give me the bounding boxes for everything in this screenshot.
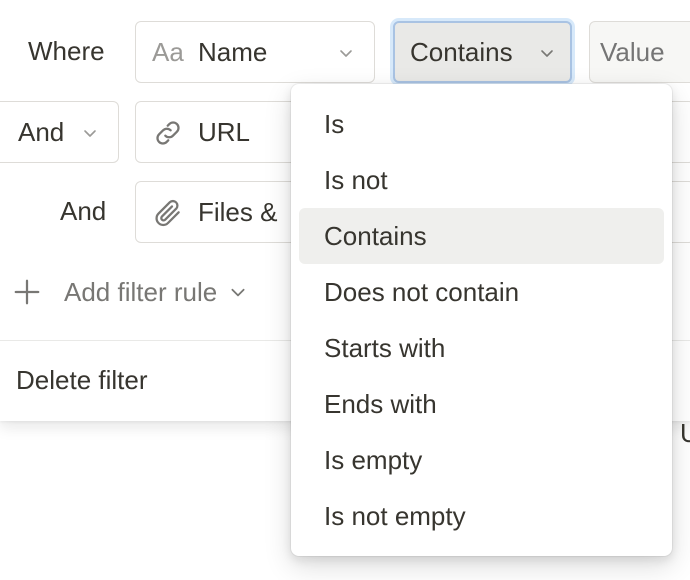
- property-select-name[interactable]: Aa Name: [135, 21, 375, 83]
- operator-select[interactable]: Contains: [393, 21, 572, 83]
- menu-item-is[interactable]: Is: [299, 96, 664, 152]
- menu-item-is-not[interactable]: Is not: [299, 152, 664, 208]
- menu-item-ends-with[interactable]: Ends with: [299, 376, 664, 432]
- text-property-icon: Aa: [152, 37, 184, 67]
- link-icon: [156, 121, 180, 145]
- chevron-down-icon: [84, 130, 96, 137]
- chevron-down-icon: [231, 288, 245, 297]
- add-filter-rule-button[interactable]: Add filter rule: [12, 272, 247, 312]
- property-name-label: Name: [198, 37, 268, 67]
- operator-label: Contains: [410, 37, 513, 67]
- menu-item-starts-with[interactable]: Starts with: [299, 320, 664, 376]
- connector-label: And: [18, 117, 65, 147]
- operator-menu: Is Is not Contains Does not contain Star…: [291, 84, 672, 556]
- where-label: Where: [28, 36, 105, 66]
- background-text: U: [680, 418, 690, 448]
- paperclip-icon: [155, 199, 180, 227]
- property-url-label: URL: [198, 117, 251, 147]
- chevron-down-icon: [541, 50, 553, 57]
- delete-filter-button[interactable]: Delete filter: [16, 365, 148, 396]
- chevron-down-icon: [340, 50, 352, 57]
- plus-icon: [14, 279, 40, 305]
- and-label: And: [60, 196, 107, 226]
- add-filter-rule-label: Add filter rule: [64, 276, 218, 307]
- menu-item-is-not-empty[interactable]: Is not empty: [299, 488, 664, 544]
- menu-item-is-empty[interactable]: Is empty: [299, 432, 664, 488]
- value-input[interactable]: [589, 21, 690, 83]
- connector-select-and[interactable]: And: [0, 101, 119, 163]
- property-files-label: Files &: [198, 197, 278, 227]
- menu-item-does-not-contain[interactable]: Does not contain: [299, 264, 664, 320]
- menu-item-contains[interactable]: Contains: [299, 208, 664, 264]
